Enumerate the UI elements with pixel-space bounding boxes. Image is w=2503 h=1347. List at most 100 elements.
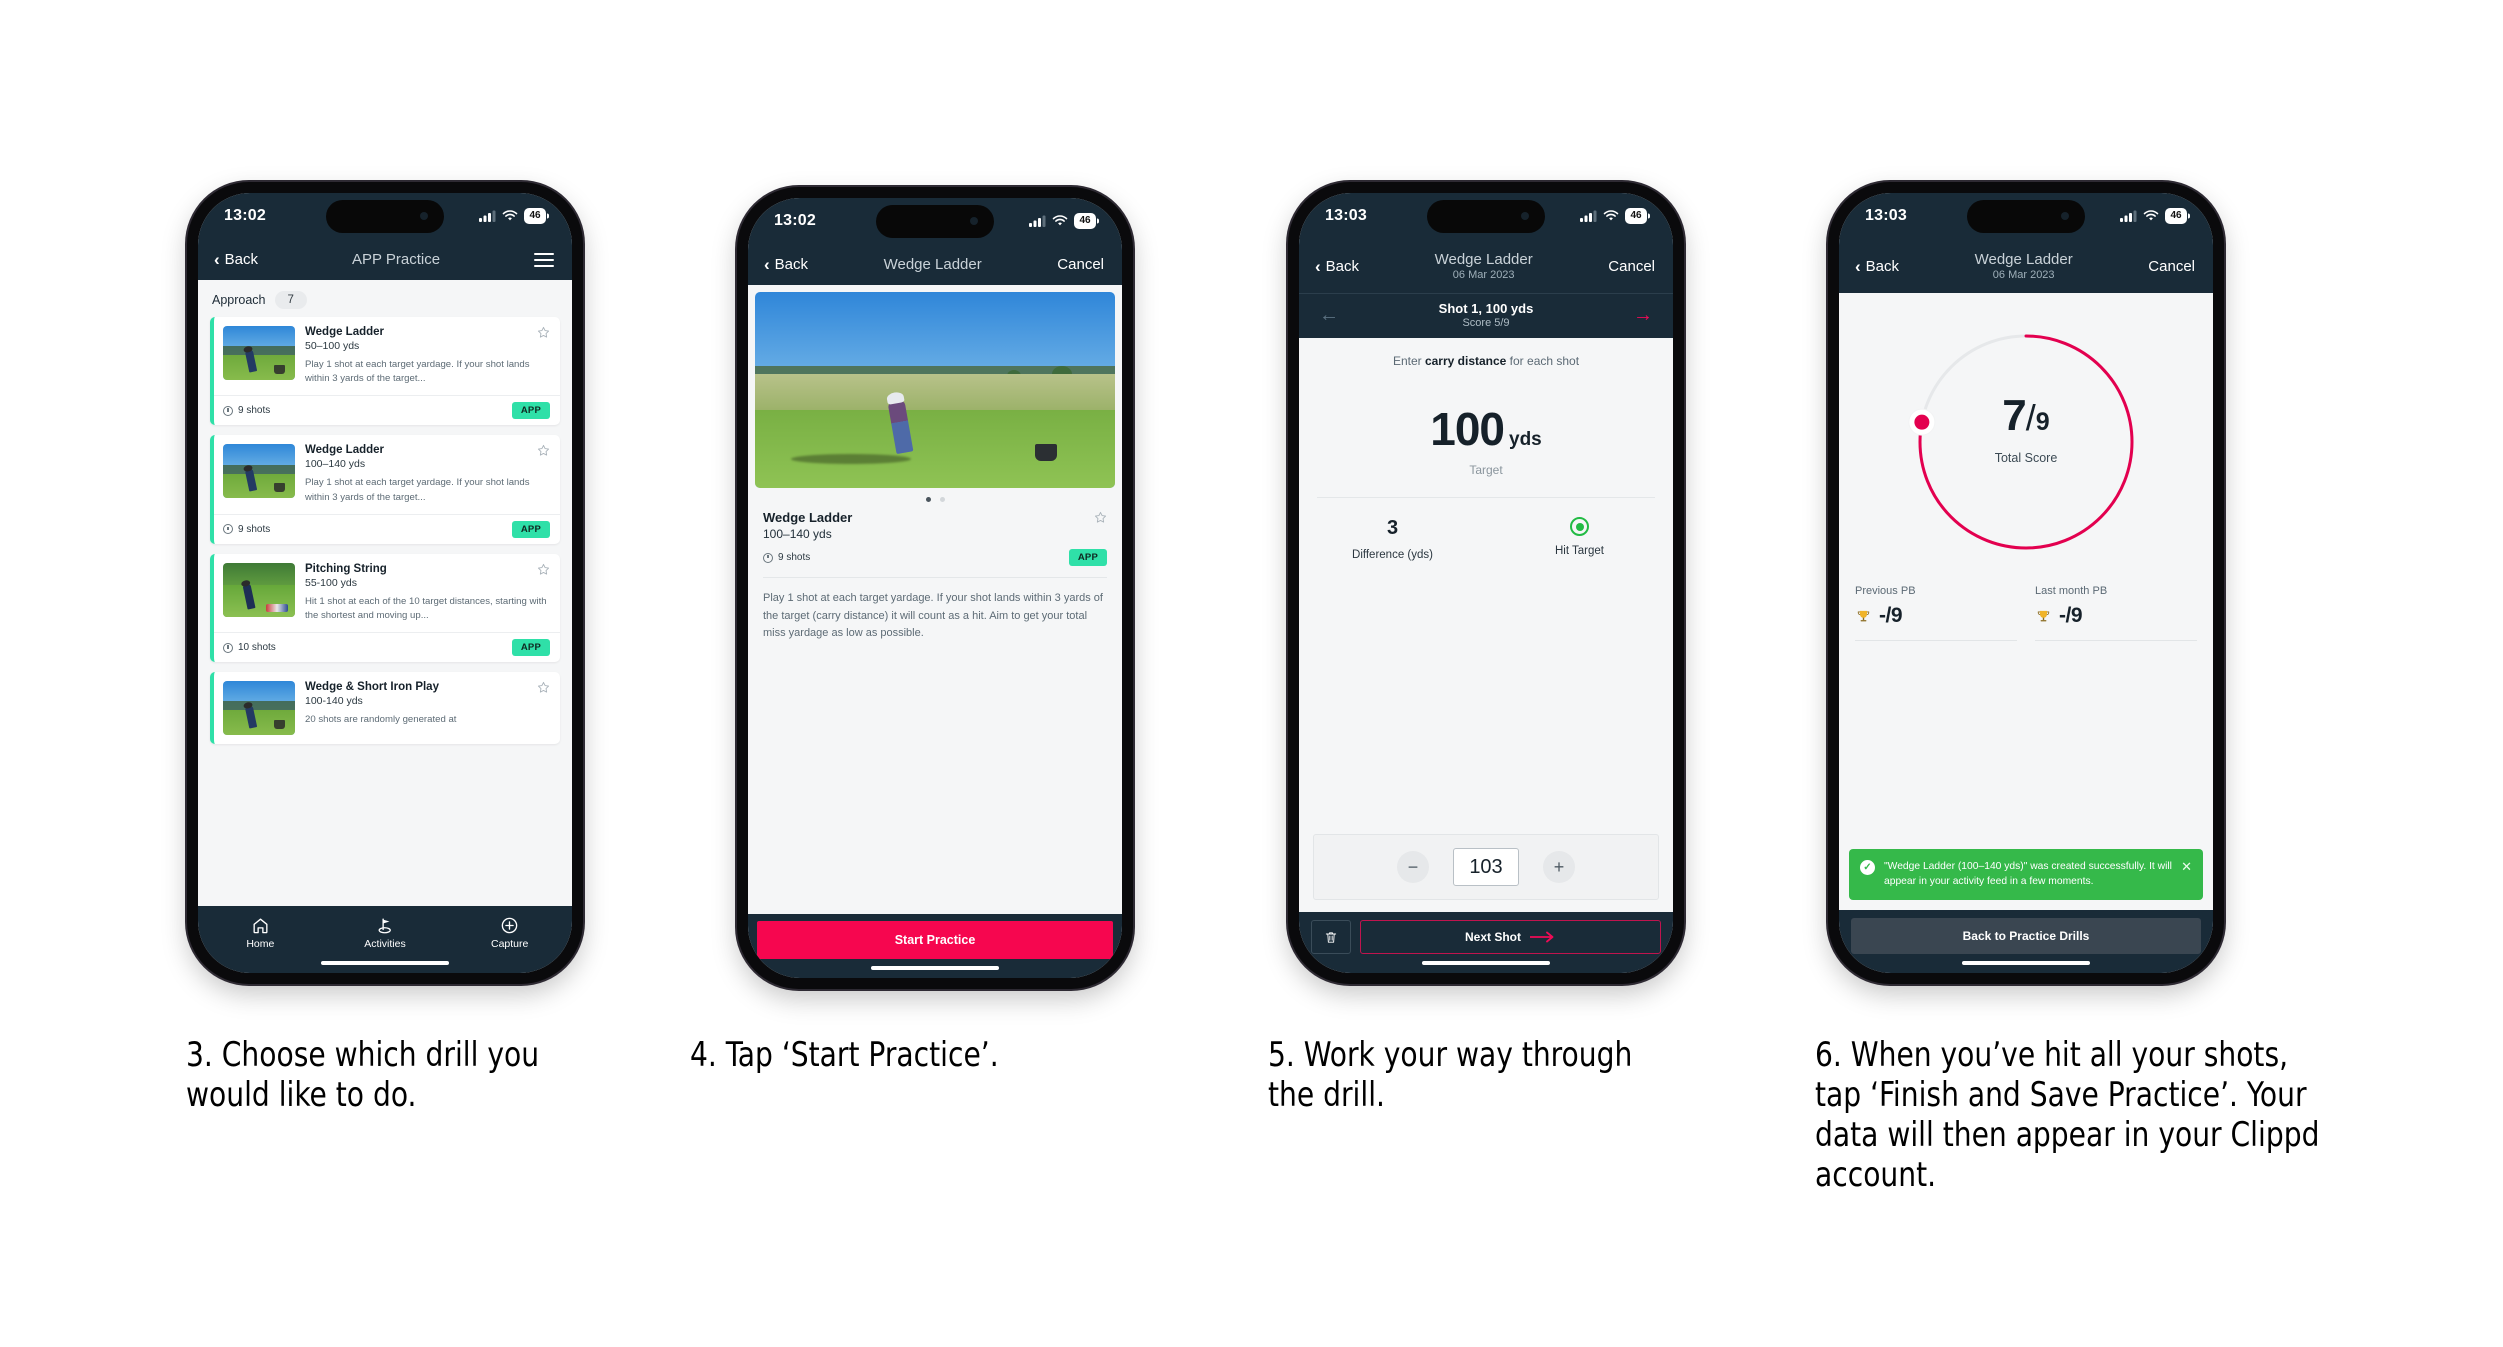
shot-footer: Next Shot — [1299, 912, 1673, 954]
next-shot-button[interactable]: Next Shot — [1360, 920, 1661, 954]
cellular-signal-icon — [1580, 210, 1597, 222]
tab-capture[interactable]: Capture — [447, 915, 572, 950]
battery-indicator: 46 — [524, 208, 546, 224]
tab-bar: Home Activities Capture — [198, 906, 572, 954]
drill-range: 100–140 yds — [763, 527, 832, 541]
drill-list[interactable]: Approach 7 Wedge Ladder 50–100 yds Play … — [198, 280, 572, 906]
target-label: Target — [1469, 463, 1503, 477]
score-value: 7 — [2002, 391, 2027, 440]
entry-prompt: Enter carry distance for each shot — [1299, 338, 1673, 368]
drill-card-footer: 10 shots APP — [214, 632, 560, 662]
toast-message: "Wedge Ladder (100–140 yds)" was created… — [1884, 860, 2172, 887]
page-title-text: Wedge Ladder — [1974, 251, 2073, 268]
drill-card[interactable]: Wedge Ladder 100–140 yds Play 1 shot at … — [210, 435, 560, 544]
score-slash: / — [2025, 397, 2036, 438]
start-practice-button[interactable]: Start Practice — [757, 921, 1113, 959]
arrow-left-icon[interactable]: ← — [1319, 305, 1339, 325]
drill-title: Wedge Ladder — [305, 444, 385, 457]
clock-icon — [223, 405, 233, 416]
summary-body: 7/9 Total Score Previous PB -/9 Last mon… — [1839, 293, 2213, 910]
decrement-button[interactable]: − — [1397, 851, 1429, 883]
back-button[interactable]: ‹ Back — [764, 256, 808, 273]
close-icon[interactable]: ✕ — [2181, 859, 2192, 889]
favorite-star-icon[interactable] — [537, 326, 550, 339]
favorite-star-icon[interactable] — [537, 444, 550, 457]
status-bar: 13:03 46 — [1299, 193, 1673, 245]
dynamic-island — [876, 205, 994, 238]
target-unit: yds — [1509, 429, 1542, 450]
cellular-signal-icon — [2120, 210, 2137, 222]
divider — [1855, 640, 2017, 641]
drill-card[interactable]: Pitching String 55-100 yds Hit 1 shot at… — [210, 553, 560, 663]
carousel-dot-active[interactable] — [925, 497, 931, 502]
drill-description: Play 1 shot at each target yardage. If y… — [763, 592, 1103, 640]
battery-indicator: 46 — [2165, 208, 2187, 224]
drill-card-body: Wedge & Short Iron Play 100-140 yds 20 s… — [214, 672, 560, 744]
back-button[interactable]: ‹ Back — [1315, 258, 1359, 275]
chevron-left-icon: ‹ — [214, 250, 220, 269]
hit-target-icon — [1570, 517, 1589, 536]
trash-icon[interactable] — [1311, 920, 1351, 954]
battery-indicator: 46 — [1074, 213, 1096, 229]
home-indicator — [1839, 954, 2213, 973]
tab-activities-label: Activities — [364, 938, 406, 950]
tab-home[interactable]: Home — [198, 915, 323, 950]
next-shot-label: Next Shot — [1464, 930, 1521, 944]
target-value: 100 — [1430, 403, 1505, 455]
carousel-dots[interactable] — [748, 488, 1122, 508]
phone-4-screen: 13:03 46 ‹ Back Wedge Ladder 06 Mar 2023… — [1839, 193, 2213, 973]
arrow-right-icon[interactable]: → — [1633, 305, 1653, 325]
battery-indicator: 46 — [1625, 208, 1647, 224]
dynamic-island — [1427, 200, 1545, 233]
page-title-date: 06 Mar 2023 — [1452, 269, 1515, 281]
back-label: Back — [774, 256, 809, 273]
phone-2: 13:02 46 ‹ Back Wedge Ladder Cancel Wedg… — [737, 187, 1133, 989]
back-button[interactable]: ‹ Back — [214, 251, 258, 268]
cancel-button[interactable]: Cancel — [1057, 256, 1104, 273]
drill-card[interactable]: Wedge Ladder 50–100 yds Play 1 shot at e… — [210, 317, 560, 426]
page-title: Wedge Ladder 06 Mar 2023 — [1435, 251, 1533, 281]
difference-value: 3 — [1386, 517, 1399, 539]
back-label: Back — [1325, 257, 1360, 275]
tab-activities[interactable]: Activities — [323, 915, 448, 950]
drill-card[interactable]: Wedge & Short Iron Play 100-140 yds 20 s… — [210, 672, 560, 745]
increment-button[interactable]: + — [1543, 851, 1575, 883]
page-title: APP Practice — [351, 251, 441, 268]
carousel-dot[interactable] — [939, 497, 945, 502]
drill-tag-badge: APP — [1068, 549, 1107, 566]
cancel-button[interactable]: Cancel — [2148, 258, 2195, 275]
page-title-text: Wedge Ladder — [1434, 251, 1533, 268]
score-denominator: 9 — [2035, 408, 2050, 436]
caption-step-4: 4. Tap ‘Start Practice’. — [690, 1035, 999, 1075]
drill-card-footer: 9 shots APP — [214, 395, 560, 425]
back-to-practice-drills-button[interactable]: Back to Practice Drills — [1851, 918, 2201, 954]
last-month-pb: Last month PB -/9 — [2035, 585, 2197, 641]
favorite-star-icon[interactable] — [537, 681, 550, 694]
carry-distance-input[interactable]: 103 — [1453, 848, 1519, 886]
home-indicator — [1299, 954, 1673, 973]
wifi-icon — [1052, 215, 1068, 226]
clock-icon — [223, 524, 233, 535]
nav-bar: ‹ Back Wedge Ladder 06 Mar 2023 Cancel — [1839, 245, 2213, 293]
drill-description: Play 1 shot at each target yardage. If y… — [305, 359, 530, 385]
drill-shots: 10 shots — [223, 642, 276, 653]
drill-title: Wedge Ladder — [763, 510, 853, 525]
previous-pb: Previous PB -/9 — [1855, 585, 2017, 641]
summary-footer: Back to Practice Drills — [1839, 910, 2213, 954]
drill-title: Pitching String — [305, 562, 387, 575]
favorite-star-icon[interactable] — [1094, 510, 1107, 525]
section-label: Approach — [212, 293, 266, 307]
nav-bar: ‹ Back Wedge Ladder Cancel — [748, 250, 1122, 285]
cancel-button[interactable]: Cancel — [1608, 258, 1655, 275]
divider — [2035, 640, 2197, 641]
check-circle-icon: ✓ — [1860, 859, 1875, 875]
carry-distance-stepper[interactable]: − 103 + — [1313, 834, 1659, 900]
drill-card-footer: 9 shots APP — [214, 513, 560, 544]
nav-bar: ‹ Back APP Practice — [198, 245, 572, 280]
shot-stats: 3 Difference (yds) Hit Target — [1299, 498, 1673, 561]
favorite-star-icon[interactable] — [537, 563, 550, 576]
back-button[interactable]: ‹ Back — [1855, 258, 1899, 275]
hamburger-icon[interactable] — [533, 252, 554, 267]
drill-range: 100–140 yds — [305, 458, 366, 471]
drill-description: Play 1 shot at each target yardage. If y… — [305, 477, 530, 503]
